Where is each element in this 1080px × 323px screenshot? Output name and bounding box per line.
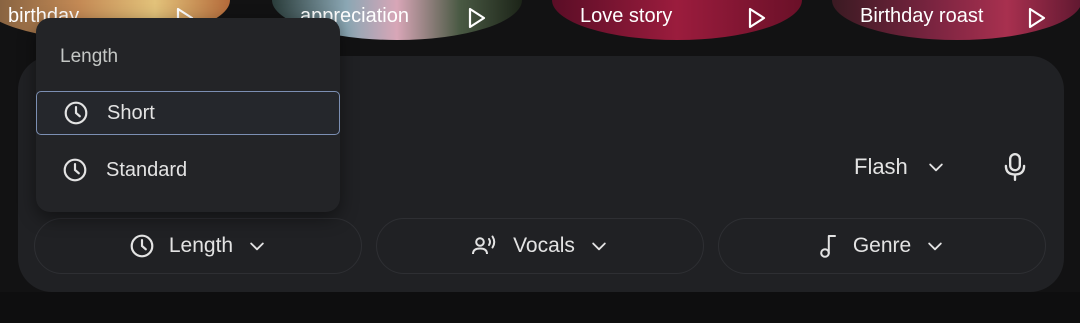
music-note-icon	[820, 235, 836, 258]
menu-item-label: Standard	[106, 158, 188, 181]
length-button-label: Length	[168, 234, 234, 257]
bottom-bar	[0, 292, 1080, 323]
genre-button[interactable]: Genre	[718, 218, 1046, 274]
menu-item-short[interactable]: Short	[36, 91, 340, 135]
model-selector[interactable]: Flash	[838, 142, 962, 192]
chevron-down-icon	[592, 242, 606, 251]
chevron-down-icon	[928, 242, 942, 251]
model-label: Flash	[854, 154, 908, 179]
voice-icon	[472, 235, 496, 255]
play-icon[interactable]	[744, 6, 768, 30]
suggestion-card-birthday-roast[interactable]: Birthday roast	[832, 0, 1080, 40]
suggestion-card-love-story[interactable]: Love story	[552, 0, 802, 40]
menu-item-standard[interactable]: Standard	[36, 148, 340, 192]
menu-header: Length	[60, 46, 119, 67]
chevron-down-icon	[929, 163, 943, 172]
play-icon[interactable]	[464, 6, 488, 30]
clock-icon	[64, 101, 88, 125]
length-dropdown-menu: Length Short Standard	[36, 18, 340, 212]
vocals-button[interactable]: Vocals	[376, 218, 704, 274]
length-button[interactable]: Length	[34, 218, 362, 274]
microphone-button[interactable]	[990, 142, 1040, 192]
suggestion-card-label: Birthday roast	[860, 5, 984, 27]
menu-item-label: Short	[107, 101, 155, 124]
suggestion-card-label: Love story	[580, 5, 673, 27]
vocals-button-label: Vocals	[513, 234, 575, 257]
microphone-icon	[1004, 152, 1026, 182]
play-icon[interactable]	[1024, 6, 1048, 30]
clock-icon	[63, 158, 87, 182]
genre-button-label: Genre	[852, 234, 912, 257]
chevron-down-icon	[250, 242, 264, 251]
clock-icon	[130, 234, 154, 258]
